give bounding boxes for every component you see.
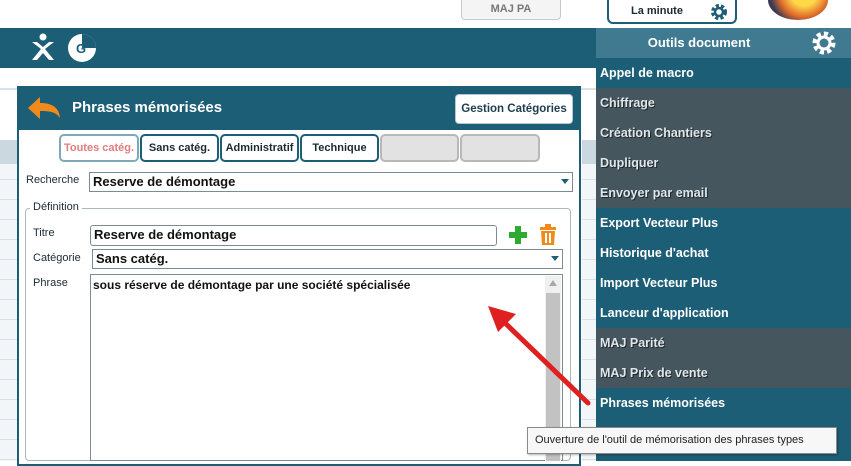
menu-item-historique-achat[interactable]: Historique d'achat	[596, 238, 851, 268]
recherche-label: Recherche	[26, 174, 80, 186]
menu-item-phrases-memorisees[interactable]: Phrases mémorisées	[596, 388, 851, 418]
background-grid-left-header	[0, 140, 18, 164]
outils-document-title: Outils document	[647, 35, 751, 50]
recherche-value: Reserve de démontage	[93, 174, 236, 189]
la-minute-button[interactable]: La minute	[607, 0, 737, 24]
tab-technique[interactable]: Technique	[300, 134, 379, 162]
menu-item-export-vecteur-plus[interactable]: Export Vecteur Plus	[596, 208, 851, 238]
gestion-categories-button[interactable]: Gestion Catégories	[455, 94, 573, 124]
dialog-title: Phrases mémorisées	[72, 99, 223, 116]
gear-icon[interactable]	[810, 29, 838, 57]
menu-item-dupliquer[interactable]: Dupliquer	[596, 148, 851, 178]
menu-item-appel-de-macro[interactable]: Appel de macro	[596, 58, 851, 88]
tooltip: Ouverture de l'outil de mémorisation des…	[527, 427, 837, 454]
definition-legend: Définition	[30, 201, 82, 213]
chevron-down-icon	[551, 256, 559, 261]
menu-item-maj-parite[interactable]: MAJ Parité	[596, 328, 851, 358]
tab-empty-2[interactable]	[460, 134, 540, 162]
titre-input[interactable]: Reserve de démontage	[90, 225, 497, 246]
menu-item-lanceur-application[interactable]: Lanceur d'application	[596, 298, 851, 328]
categorie-select[interactable]: Sans catég.	[92, 249, 563, 269]
phrase-text: sous réserve de démontage par une sociét…	[93, 278, 411, 292]
categorie-value: Sans catég.	[96, 251, 169, 266]
categorie-label: Catégorie	[33, 252, 81, 264]
trash-icon[interactable]	[538, 224, 558, 246]
back-arrow-icon[interactable]	[26, 94, 62, 122]
annotation-arrow	[488, 306, 591, 406]
menu-item-envoyer-par-email[interactable]: Envoyer par email	[596, 178, 851, 208]
google-analytics-icon[interactable]: G	[66, 33, 98, 63]
phrase-label: Phrase	[33, 277, 68, 289]
tab-administratif[interactable]: Administratif	[220, 134, 299, 162]
svg-text:G: G	[76, 41, 86, 56]
la-minute-label: La minute	[631, 5, 683, 17]
menu-item-maj-prix-de-vente[interactable]: MAJ Prix de vente	[596, 358, 851, 388]
titre-label: Titre	[33, 227, 55, 239]
tab-empty-1[interactable]	[380, 134, 459, 162]
menu-item-import-vecteur-plus[interactable]: Import Vecteur Plus	[596, 268, 851, 298]
add-icon[interactable]	[508, 225, 528, 245]
recherche-select[interactable]: Reserve de démontage	[89, 172, 573, 192]
gear-icon	[711, 4, 727, 20]
tab-toutes-categ[interactable]: Toutes catég.	[59, 134, 139, 162]
menu-item-chiffrage[interactable]: Chiffrage	[596, 88, 851, 118]
maj-pa-button[interactable]: MAJ PA	[461, 0, 561, 20]
menu-item-creation-chantiers[interactable]: Création Chantiers	[596, 118, 851, 148]
chevron-down-icon	[561, 179, 569, 184]
scroll-up-icon[interactable]	[549, 280, 557, 286]
tab-sans-categ[interactable]: Sans catég.	[140, 134, 219, 162]
accessibility-icon[interactable]	[30, 33, 56, 63]
